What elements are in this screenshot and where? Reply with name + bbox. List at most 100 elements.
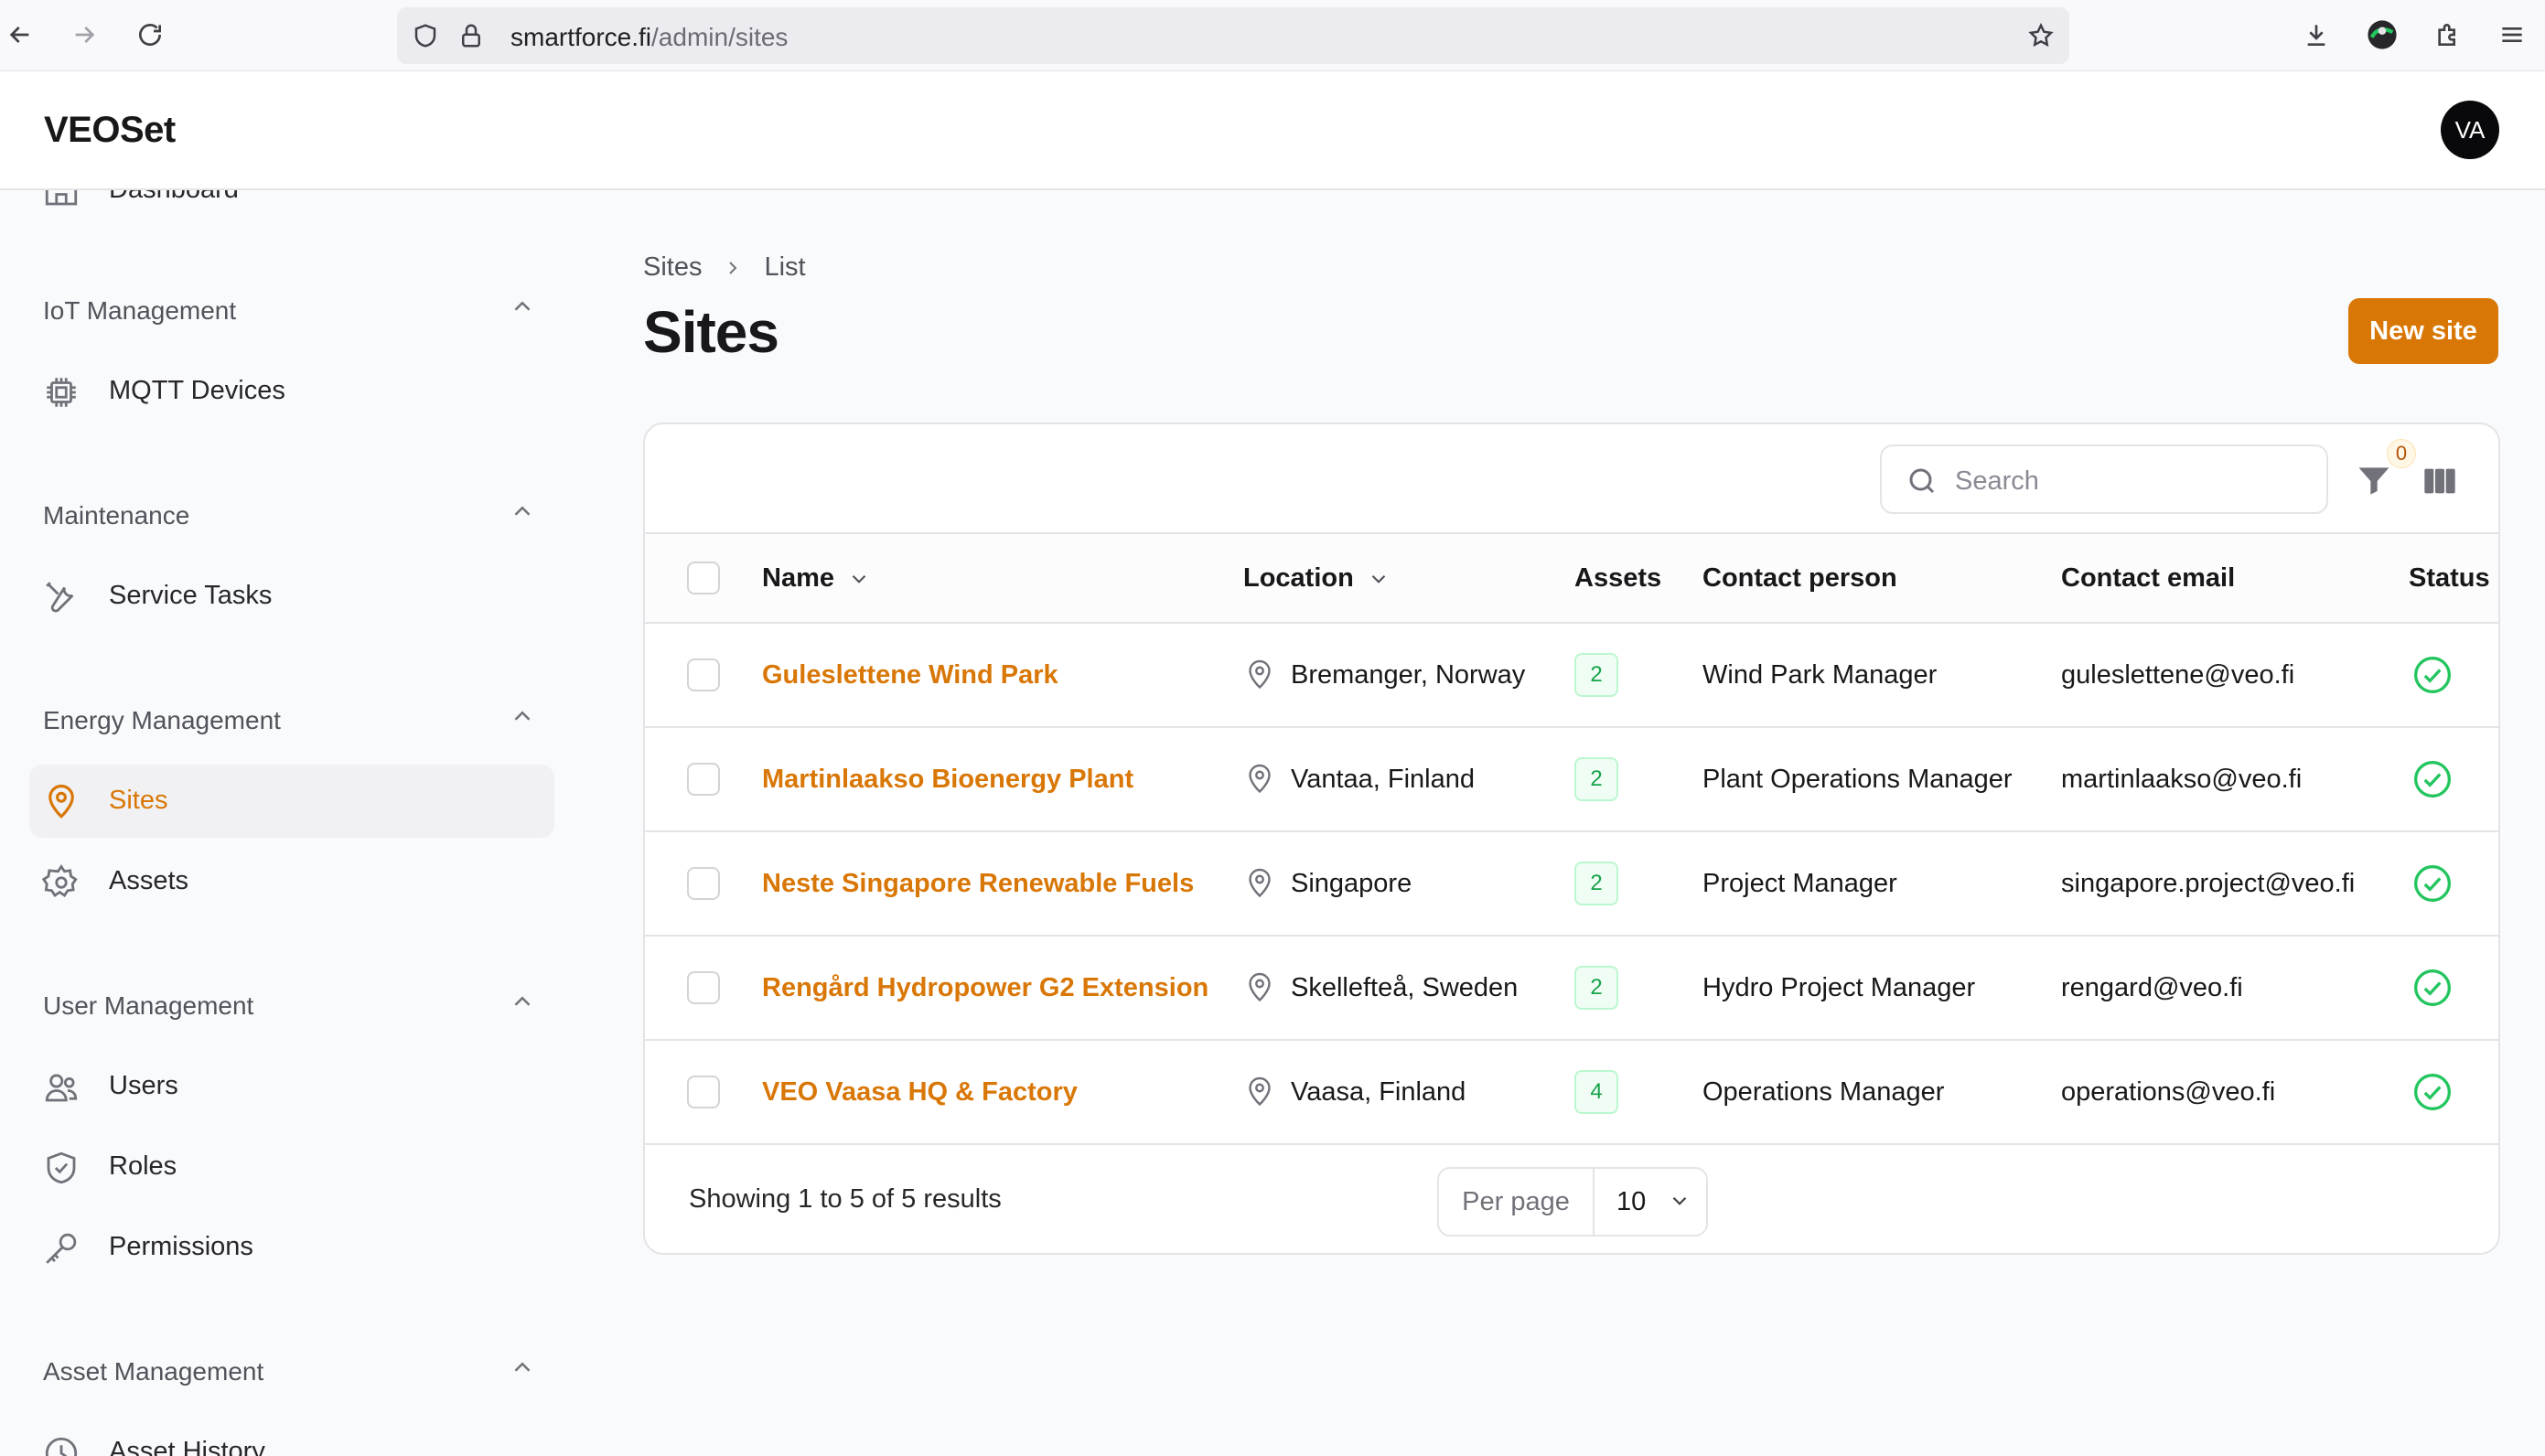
chevron-up-icon[interactable] <box>509 498 536 525</box>
sidebar-item-roles[interactable]: Roles <box>29 1130 554 1204</box>
sidebar: Dashboard IoT Management MQTT Devices Ma… <box>0 190 585 1456</box>
address-bar[interactable]: smartforce.fi/admin/sites <box>397 7 2069 64</box>
row-checkbox[interactable] <box>687 763 720 796</box>
key-icon <box>46 1233 77 1264</box>
arrow-left-icon <box>9 27 29 43</box>
row-checkbox[interactable] <box>687 1076 720 1108</box>
group-label-asset-management[interactable]: Asset Management <box>43 1357 263 1386</box>
breadcrumb-parent[interactable]: Sites <box>643 252 702 283</box>
lock-icon[interactable] <box>457 22 485 49</box>
row-checkbox[interactable] <box>687 971 720 1004</box>
sidebar-item-service-tasks[interactable]: Service Tasks <box>29 560 554 633</box>
map-pin-icon <box>1249 659 1271 690</box>
contact-email: singapore.project@veo.fi <box>2061 869 2356 898</box>
site-name-link[interactable]: Rengård Hydropower G2 Extension <box>762 973 1208 1003</box>
chevron-right-icon <box>729 261 737 274</box>
forward-button[interactable] <box>66 16 102 53</box>
check-circle-icon <box>2414 865 2451 902</box>
gear-icon <box>42 863 78 897</box>
select-all-checkbox[interactable] <box>687 562 720 594</box>
sidebar-item-label: Service Tasks <box>109 581 273 610</box>
contact-email: guleslettene@veo.fi <box>2061 660 2295 690</box>
group-label-iot[interactable]: IoT Management <box>43 296 236 326</box>
chevron-down-icon <box>852 574 866 583</box>
sidebar-item-label: Assets <box>109 866 189 895</box>
table-row[interactable]: VEO Vaasa HQ & Factory Vaasa, Finland 4 … <box>645 1041 2498 1145</box>
sidebar-item-sites[interactable]: Sites <box>29 765 554 838</box>
table-row[interactable]: Guleslettene Wind Park Bremanger, Norway… <box>645 624 2498 728</box>
map-pin-icon <box>48 784 74 819</box>
contact-person: Hydro Project Manager <box>1702 973 1976 1002</box>
sidebar-item-asset-history[interactable]: Asset History <box>29 1416 554 1456</box>
group-label-energy[interactable]: Energy Management <box>43 706 281 735</box>
filter-count-badge: 0 <box>2387 439 2416 468</box>
star-icon[interactable] <box>2027 22 2055 49</box>
sidebar-item-dashboard[interactable]: Dashboard <box>29 190 554 227</box>
url-path: /admin/sites <box>651 23 789 51</box>
table-row[interactable]: Neste Singapore Renewable Fuels Singapor… <box>645 832 2498 937</box>
arrow-right-icon <box>75 27 95 43</box>
profile-button[interactable] <box>2364 16 2400 53</box>
extensions-button[interactable] <box>2430 16 2466 53</box>
site-name-link[interactable]: Guleslettene Wind Park <box>762 660 1058 691</box>
column-header-contact-email: Contact email <box>2061 563 2236 593</box>
back-button[interactable] <box>2 16 38 53</box>
search-icon <box>1909 468 1935 494</box>
chevron-up-icon[interactable] <box>509 1354 536 1381</box>
column-label: Location <box>1243 563 1354 593</box>
site-name-link[interactable]: Martinlaakso Bioenergy Plant <box>762 765 1133 795</box>
clock-icon <box>45 1437 78 1456</box>
filter-icon[interactable] <box>2354 461 2394 501</box>
table-row[interactable]: Martinlaakso Bioenergy Plant Vantaa, Fin… <box>645 728 2498 832</box>
per-page-select[interactable]: Per page 10 <box>1437 1167 1708 1237</box>
reload-button[interactable] <box>132 16 168 53</box>
puzzle-icon <box>2438 24 2455 46</box>
site-location: Skellefteå, Sweden <box>1291 973 1519 1002</box>
group-label-user-management[interactable]: User Management <box>43 991 253 1021</box>
sidebar-item-users[interactable]: Users <box>29 1050 554 1123</box>
shield-icon[interactable] <box>412 22 439 49</box>
sidebar-item-label: Sites <box>109 786 168 815</box>
sidebar-item-label: MQTT Devices <box>109 376 285 405</box>
site-name-link[interactable]: VEO Vaasa HQ & Factory <box>762 1077 1078 1108</box>
chevron-up-icon[interactable] <box>509 293 536 320</box>
sidebar-item-label: Permissions <box>109 1232 253 1261</box>
chevron-down-icon <box>1672 1196 1687 1205</box>
per-page-label: Per page <box>1439 1169 1595 1235</box>
contact-person: Operations Manager <box>1702 1077 1945 1107</box>
chevron-up-icon[interactable] <box>509 988 536 1015</box>
brand-logo[interactable]: VEOSet <box>44 110 176 151</box>
chevron-up-icon[interactable] <box>509 702 536 730</box>
sidebar-item-permissions[interactable]: Permissions <box>29 1211 554 1284</box>
row-checkbox[interactable] <box>687 658 720 691</box>
table-header: Name Location Assets Contact person Cont… <box>645 534 2498 624</box>
table-row[interactable]: Rengård Hydropower G2 Extension Skelleft… <box>645 937 2498 1041</box>
browser-toolbar: smartforce.fi/admin/sites <box>0 0 2545 71</box>
site-name-link[interactable]: Neste Singapore Renewable Fuels <box>762 869 1194 899</box>
new-site-button[interactable]: New site <box>2348 298 2498 364</box>
menu-button[interactable] <box>2494 16 2530 53</box>
sidebar-item-mqtt-devices[interactable]: MQTT Devices <box>29 355 554 428</box>
site-location: Vantaa, Finland <box>1291 765 1475 794</box>
sidebar-item-label: Dashboard <box>109 190 239 205</box>
table-toolbar: Search 0 <box>645 424 2498 534</box>
download-icon <box>2307 25 2325 46</box>
group-label-maintenance[interactable]: Maintenance <box>43 501 189 530</box>
column-header-contact-person: Contact person <box>1702 563 1897 593</box>
column-header-location[interactable]: Location <box>1243 563 1391 594</box>
row-checkbox[interactable] <box>687 867 720 900</box>
columns-icon[interactable] <box>2420 463 2460 499</box>
downloads-button[interactable] <box>2298 16 2335 53</box>
contact-person: Wind Park Manager <box>1702 660 1938 690</box>
sidebar-item-assets[interactable]: Assets <box>29 845 554 918</box>
map-pin-icon <box>1249 972 1271 1002</box>
user-avatar[interactable]: VA <box>2441 101 2499 159</box>
check-circle-icon <box>2414 1074 2451 1110</box>
map-pin-icon <box>1249 764 1271 794</box>
column-header-name[interactable]: Name <box>762 563 871 594</box>
site-location: Singapore <box>1291 869 1412 898</box>
url-host: smartforce.fi <box>510 23 652 51</box>
contact-email: rengard@veo.fi <box>2061 973 2243 1002</box>
search-input[interactable]: Search <box>1880 444 2328 514</box>
profile-avatar-icon <box>2368 20 2397 49</box>
